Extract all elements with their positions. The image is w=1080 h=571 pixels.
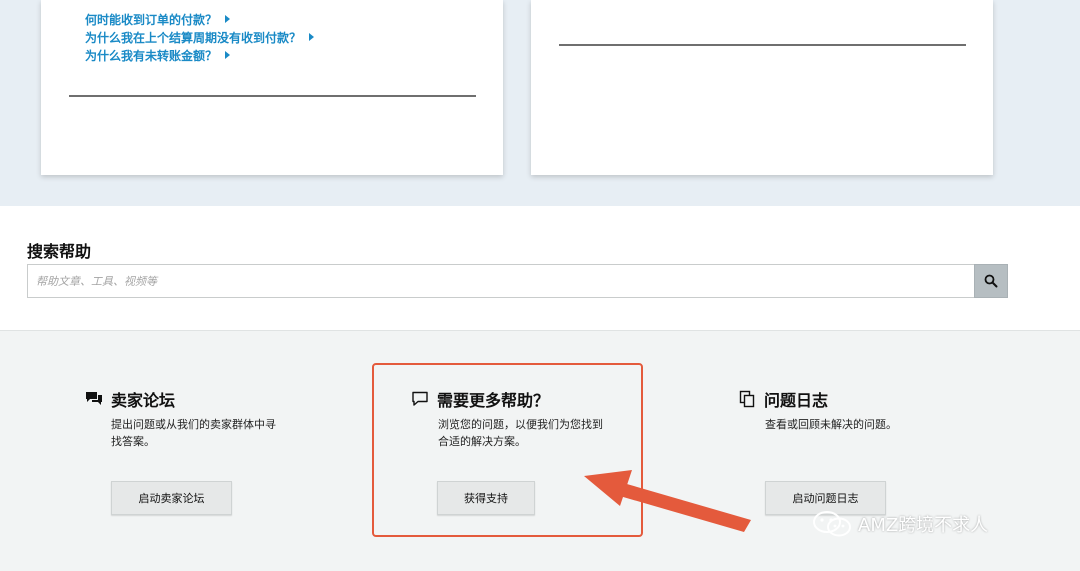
divider <box>69 95 476 97</box>
top-band: 何时能收到订单的付款？ 为什么我在上个结算周期没有收到付款？ 为什么我有未转账金… <box>0 0 1080 206</box>
seller-forums-desc: 提出问题或从我们的卖家群体中寻 找答案。 <box>111 416 311 450</box>
faq-link-order-payment[interactable]: 何时能收到订单的付款？ <box>85 10 314 28</box>
faq-link-label: 为什么我有未转账金额？ <box>85 48 218 63</box>
help-card-right <box>531 0 993 175</box>
search-button[interactable] <box>974 264 1008 298</box>
desc-line: 查看或回顾未解决的问题。 <box>765 418 897 431</box>
caret-right-icon <box>309 33 315 41</box>
search-box <box>27 264 975 298</box>
faq-link-untransferred[interactable]: 为什么我有未转账金额？ <box>85 46 314 64</box>
watermark: AMZ跨境不求人 <box>812 510 988 538</box>
faq-link-label: 何时能收到订单的付款？ <box>85 12 218 27</box>
copy-pages-icon <box>737 389 757 409</box>
watermark-text: AMZ跨境不求人 <box>858 515 989 536</box>
faq-link-label: 为什么我在上个结算周期没有收到付款？ <box>85 30 302 45</box>
wechat-icon <box>813 511 851 537</box>
seller-forums-title: 卖家论坛 <box>84 387 175 411</box>
search-input[interactable] <box>28 265 974 297</box>
desc-line: 提出问题或从我们的卖家群体中寻 <box>111 418 276 431</box>
divider <box>559 44 966 46</box>
search-icon <box>984 274 998 288</box>
desc-line: 找答案。 <box>111 435 155 448</box>
payment-faq-links: 何时能收到订单的付款？ 为什么我在上个结算周期没有收到付款？ 为什么我有未转账金… <box>85 10 315 64</box>
case-log-desc: 查看或回顾未解决的问题。 <box>765 416 985 433</box>
caret-right-icon <box>225 15 231 23</box>
case-log-title-text: 问题日志 <box>764 391 829 410</box>
launch-seller-forums-button[interactable]: 启动卖家论坛 <box>111 481 232 515</box>
help-card-payments: 何时能收到订单的付款？ 为什么我在上个结算周期没有收到付款？ 为什么我有未转账金… <box>41 0 503 175</box>
forum-chat-icon <box>84 389 104 409</box>
annotation-highlight-box <box>372 363 643 537</box>
caret-right-icon <box>225 51 231 59</box>
faq-link-last-cycle[interactable]: 为什么我在上个结算周期没有收到付款？ <box>85 28 315 46</box>
case-log-title: 问题日志 <box>737 387 828 411</box>
seller-forums-title-text: 卖家论坛 <box>111 391 176 410</box>
search-title: 搜索帮助 <box>27 242 92 261</box>
